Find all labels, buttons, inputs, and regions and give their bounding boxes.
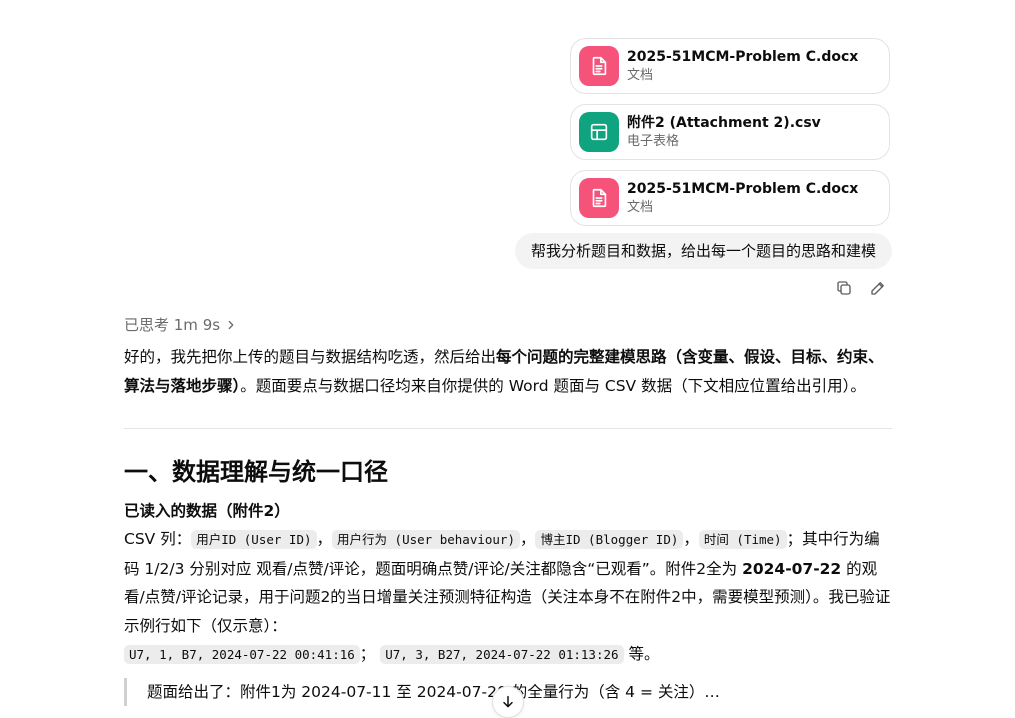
attachment-name: 2025-51MCM-Problem C.docx: [627, 48, 859, 65]
intro-text: 。题面要点与数据口径均来自你提供的 Word 题面与 CSV 数据（下文相应位置…: [240, 376, 866, 395]
thought-label: 已思考 1m 9s: [124, 316, 221, 334]
attachment-type: 电子表格: [627, 133, 680, 149]
column-code: 博主ID (Blogger ID): [535, 530, 684, 549]
divider: [124, 428, 892, 429]
intro-paragraph: 好的，我先把你上传的题目与数据结构吃透，然后给出每个问题的完整建模思路（含变量、…: [124, 343, 892, 400]
example-row-code: U7, 3, B27, 2024-07-22 01:13:26: [380, 645, 624, 664]
attachment-name: 2025-51MCM-Problem C.docx: [627, 180, 859, 197]
copy-icon: [837, 281, 851, 295]
thought-toggle[interactable]: 已思考 1m 9s: [124, 314, 238, 335]
separator: ，: [316, 530, 333, 548]
section-heading: 一、数据理解与统一口径: [124, 458, 388, 486]
attachment-card[interactable]: 2025-51MCM-Problem C.docx 文档: [570, 38, 890, 94]
separator: ，: [683, 530, 699, 548]
attachment-card[interactable]: 2025-51MCM-Problem C.docx 文档: [570, 170, 890, 226]
message-actions: [834, 278, 888, 298]
column-code: 用户ID (User ID): [191, 530, 317, 549]
example-end: 等。: [628, 645, 660, 663]
csv-label: CSV 列：: [124, 530, 192, 548]
edit-button[interactable]: [868, 278, 888, 298]
quote-text: 题面给出了：附件1为 2024-07-11 至 2024-07-20 的全量行为…: [147, 682, 720, 701]
attachment-name: 附件2 (Attachment 2).csv: [627, 114, 821, 131]
csv-description: CSV 列： 用户ID (User ID)，用户行为 (User behaviou…: [124, 525, 892, 670]
user-message-bubble: 帮我分析题目和数据，给出每一个题目的思路和建模: [514, 233, 892, 269]
attachment-type: 文档: [627, 199, 654, 215]
attachment-card[interactable]: 附件2 (Attachment 2).csv 电子表格: [570, 104, 890, 160]
spreadsheet-icon: [579, 112, 619, 152]
document-icon: [579, 46, 619, 86]
subsection-heading: 已读入的数据（附件2）: [124, 502, 290, 520]
column-code: 时间 (Time): [698, 530, 787, 549]
date-bold: 2024-07-22: [742, 559, 842, 578]
copy-button[interactable]: [834, 278, 854, 298]
document-icon: [579, 178, 619, 218]
separator: ，: [519, 530, 536, 548]
scroll-to-bottom-button[interactable]: [492, 686, 524, 718]
chevron-right-icon: [228, 320, 234, 329]
separator: ；: [359, 645, 376, 663]
assistant-answer: 好的，我先把你上传的题目与数据结构吃透，然后给出每个问题的完整建模思路（含变量、…: [124, 343, 892, 706]
column-code: 用户行为 (User behaviour): [332, 530, 520, 549]
arrow-down-icon: [503, 695, 513, 708]
example-row-code: U7, 1, B7, 2024-07-22 00:41:16: [124, 645, 360, 664]
intro-text: 好的，我先把你上传的题目与数据结构吃透，然后给出: [124, 348, 497, 366]
attachment-type: 文档: [627, 67, 654, 83]
pencil-icon: [871, 282, 884, 295]
